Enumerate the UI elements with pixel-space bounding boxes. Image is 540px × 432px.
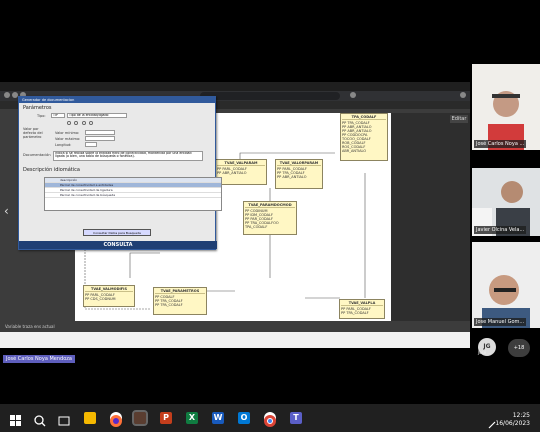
entity-row: PP ABR_ANTIALO (277, 175, 307, 179)
entity-box[interactable]: TVAE_VALORPARAM PP PARL_CODALF PP TPA_CO… (275, 159, 323, 189)
tipo-label: Tipo: (37, 114, 46, 118)
entity-box[interactable]: TPA_CODALF PP TPA_CODALF PP ABR_ANTIALO … (340, 113, 388, 161)
back-icon[interactable] (4, 92, 10, 98)
min-value-input[interactable] (85, 130, 115, 135)
status-text: Variable traza ens actual (5, 324, 55, 329)
participant-tile[interactable]: José Carlos Noya ... (472, 64, 540, 150)
option-radio[interactable] (81, 121, 86, 125)
active-app-icon[interactable] (132, 410, 148, 426)
entity-title: TVAE_VALMODIFIS (85, 287, 133, 292)
browser-tab-bar[interactable] (0, 82, 470, 91)
presentation-side-panel: Editar (391, 113, 470, 321)
tipo-code-input[interactable]: TIP (51, 113, 65, 118)
firefox-icon[interactable] (110, 412, 122, 427)
entity-box[interactable]: TVAE_VALPLA PP PARL_CODALF PP TPA_CODALF (339, 299, 385, 319)
entity-row: TPA_CODALF (245, 225, 268, 229)
entity-row: PP CDS_CODNUM (85, 297, 116, 301)
dialog-title: Generador de documentacion (19, 97, 215, 103)
participant-tile[interactable]: Javier Olcina Vela... (472, 168, 540, 236)
default-value-label: Valor por defecto del parámetro (23, 127, 43, 139)
entity-title: TVAE_PARAMETROS (155, 289, 205, 294)
more-participants-button[interactable]: +18 (508, 339, 530, 357)
outlook-icon[interactable]: O (238, 412, 250, 424)
entity-title: TPA_CODALF (342, 115, 386, 120)
entity-row: PP TPA_CODALF (155, 303, 183, 307)
participant-video (472, 64, 540, 150)
clock[interactable]: 12:25 16/06/2023 (495, 412, 530, 428)
excel-icon[interactable]: X (186, 412, 198, 424)
participant-video (472, 242, 540, 328)
entity-box[interactable]: TVAE_PARAMDOCMOD PP CODINUM PP IDM_CODAL… (243, 201, 297, 235)
grid-row[interactable]: Parcial de conectividad de búsqueda (45, 193, 221, 198)
consulta-bar: CONSULTA (19, 241, 217, 249)
screen-root: ‹ › TVAE_VALPARAM (0, 0, 540, 432)
max-value-input[interactable] (85, 136, 115, 141)
clock-date: 16/06/2023 (495, 420, 530, 427)
avatar-name: José ... (478, 350, 492, 355)
length-input[interactable] (85, 142, 97, 147)
radio-group (67, 121, 94, 125)
participant-tile[interactable]: Jose Manuel Gom... (472, 242, 540, 328)
extension-icon[interactable] (350, 92, 356, 98)
menu-icon[interactable] (460, 92, 466, 98)
entity-row: PP ABR_ANTIALO (217, 171, 247, 175)
task-view-icon[interactable] (58, 412, 70, 426)
start-icon[interactable] (10, 412, 22, 426)
description-grid: descripción Parcial de conectividad a en… (44, 177, 222, 211)
participant-name: Jose Manuel Gom... (474, 318, 527, 326)
entity-box[interactable]: TVAE_VALPARAM PP PARL_CODALF PP ABR_ANTI… (215, 159, 267, 185)
powerpoint-icon[interactable]: P (160, 412, 172, 424)
length-label: Longitud: (55, 143, 72, 147)
entity-title: TVAE_VALORPARAM (277, 161, 321, 166)
entity-box[interactable]: TVAE_PARAMETROS PP CODALF PP TPA_CODALF … (153, 287, 207, 315)
documentation-textarea[interactable]: Indica si se realiza sobre la entidad fi… (53, 151, 203, 161)
entity-title: TVAE_PARAMDOCMOD (245, 203, 295, 208)
min-value-label: Valor mínimo: (55, 131, 80, 135)
edit-button[interactable]: Editar (450, 115, 468, 123)
documentation-label: Documentación (23, 153, 51, 157)
option-radio[interactable] (67, 121, 71, 125)
option-radio[interactable] (89, 121, 94, 125)
teams-icon[interactable]: T (290, 412, 302, 424)
participant-name: José Carlos Noya ... (474, 140, 527, 148)
presenter-name-tag: José Carlos Noya Mendoza (3, 355, 75, 363)
description-heading: Descripción idiomática (23, 167, 80, 173)
windows-taskbar: P X W O T 12:25 16/06/2023 (0, 404, 540, 432)
doc-dialog: Generador de documentacion Parámetros Ti… (18, 96, 222, 250)
clock-time: 12:25 (512, 412, 530, 419)
tipo-desc-input[interactable]: Tipo de la entidad/ligado (67, 113, 127, 118)
entity-title: TVAE_VALPLA (341, 301, 383, 306)
search-icon[interactable] (34, 412, 46, 427)
url-field[interactable] (200, 92, 340, 100)
consult-data-button[interactable]: Consultar Datos para Busqueda (83, 229, 151, 236)
max-value-label: Valor máximo: (55, 137, 81, 141)
entity-title: TVAE_VALPARAM (217, 161, 265, 166)
parameters-heading: Parámetros (23, 105, 52, 111)
file-explorer-icon[interactable] (84, 412, 96, 424)
prev-slide-icon[interactable]: ‹ (4, 204, 9, 218)
entity-box[interactable]: TVAE_VALMODIFIS PP PARL_CODALF PP CDS_CO… (83, 285, 135, 307)
option-radio[interactable] (74, 121, 79, 125)
chrome-icon[interactable] (264, 412, 276, 427)
entity-row: ABR_ANTIALO (342, 149, 367, 153)
entity-row: PP TPA_CODALF (341, 311, 369, 315)
word-icon[interactable]: W (212, 412, 224, 424)
bottom-strip (0, 332, 470, 348)
participant-name: Javier Olcina Vela... (474, 226, 527, 234)
